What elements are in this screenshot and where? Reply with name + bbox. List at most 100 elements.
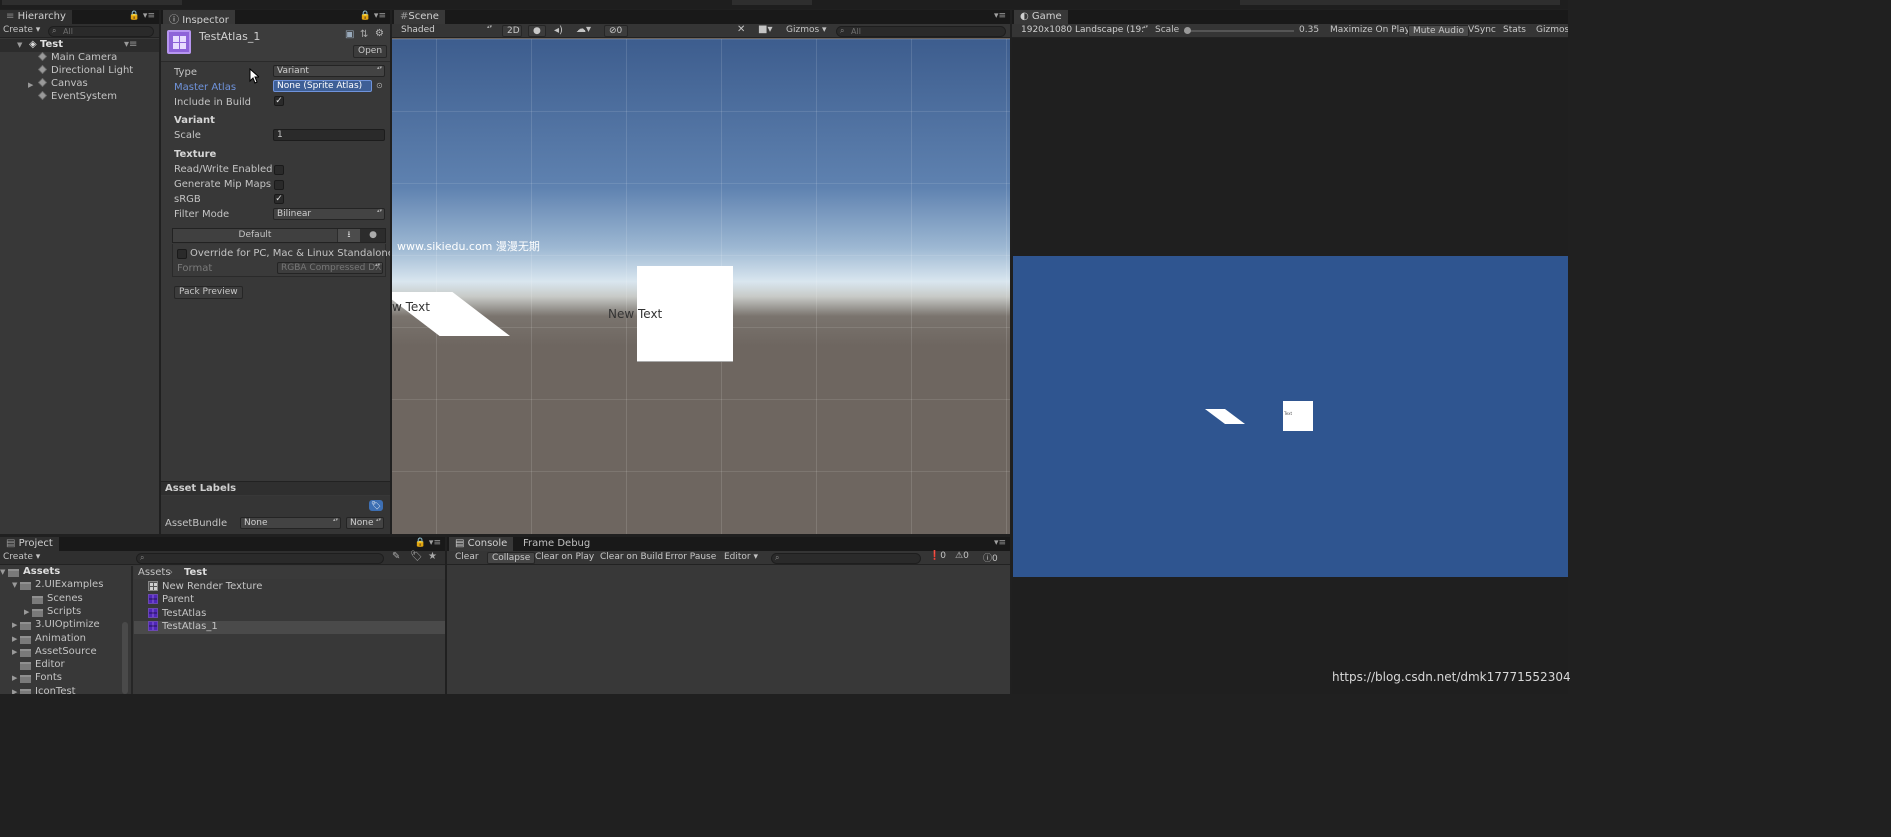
maximize-on-play-toggle[interactable]: Maximize On Play — [1326, 25, 1414, 37]
tree-item[interactable]: Editor — [0, 659, 122, 672]
tree-item[interactable]: ▼ Assets — [0, 566, 122, 579]
breadcrumb-current[interactable]: Test — [184, 567, 207, 578]
clear-button[interactable]: Clear — [451, 552, 483, 564]
console-menu-icon[interactable]: ▾≡ — [994, 538, 1006, 548]
tree-item[interactable]: ▶ Animation — [0, 633, 122, 646]
camera-icon[interactable]: ■▾ — [758, 24, 772, 35]
scale-slider-thumb[interactable] — [1184, 27, 1191, 34]
expand-arrow-icon[interactable]: ▼ — [17, 41, 22, 49]
type-dropdown[interactable]: Variant — [273, 65, 385, 77]
preset-icon[interactable]: ⇅ — [360, 29, 368, 40]
game-view[interactable]: Text — [1013, 256, 1568, 577]
tab-standalone-platform[interactable]: ⭳ — [338, 229, 360, 242]
scene-viewport[interactable]: www.sikiedu.com 漫漫无期 w Text New Text — [392, 39, 1010, 534]
project-search-input[interactable] — [136, 553, 384, 564]
transform-tools[interactable] — [2, 0, 182, 5]
project-menu-icon[interactable]: 🔒 ▾≡ — [415, 538, 441, 548]
vsync-toggle[interactable]: VSync — [1464, 25, 1500, 37]
object-picker-icon[interactable]: ⊙ — [376, 81, 383, 90]
warning-count-toggle[interactable]: ⚠0 — [955, 551, 969, 561]
collapse-toggle[interactable]: Collapse — [487, 552, 536, 564]
favorite-star-icon[interactable]: ★ — [428, 551, 437, 562]
master-atlas-field[interactable]: None (Sprite Atlas) — [273, 80, 372, 92]
mip-maps-checkbox[interactable] — [274, 180, 284, 190]
format-dropdown[interactable]: RGBA Compressed DXT — [277, 262, 383, 274]
tab-inspector[interactable]: ⓘ Inspector — [163, 10, 235, 26]
error-count-toggle[interactable]: ❗0 — [929, 551, 946, 561]
tab-default-platform[interactable]: Default — [173, 229, 337, 242]
hierarchy-menu-icon[interactable]: 🔒 ▾≡ — [129, 11, 155, 21]
console-search-input[interactable] — [771, 553, 921, 564]
tree-item[interactable]: ▼ 2.UIExamples — [0, 579, 122, 592]
hierarchy-item[interactable]: Canvas — [38, 78, 88, 91]
project-create-button[interactable]: Create ▾ — [3, 552, 40, 562]
collapsed-arrow-icon[interactable]: ▶ — [12, 688, 17, 694]
play-controls[interactable] — [732, 0, 812, 5]
collapsed-arrow-icon[interactable]: ▶ — [12, 635, 17, 643]
file-item[interactable]: Parent — [134, 594, 445, 607]
tab-hierarchy[interactable]: ≡ Hierarchy — [0, 10, 72, 24]
console-log-area[interactable] — [447, 566, 1010, 694]
breadcrumb-root[interactable]: Assets — [138, 567, 171, 578]
mode-2d-toggle[interactable]: 2D — [502, 25, 522, 37]
audio-icon[interactable]: ◂) — [554, 25, 563, 36]
stats-toggle[interactable]: Stats — [1499, 25, 1530, 37]
clear-on-play-toggle[interactable]: Clear on Play — [531, 552, 598, 564]
scale-field[interactable]: 1 — [273, 129, 385, 141]
scene-menu-icon[interactable]: ▾≡ — [994, 11, 1006, 21]
tree-item[interactable]: ▶ Scripts — [0, 606, 122, 619]
help-icon[interactable]: ▣ — [345, 29, 354, 40]
scene-search-input[interactable]: All — [836, 26, 1006, 37]
filter-mode-dropdown[interactable]: Bilinear — [273, 208, 385, 220]
gizmos-toggle[interactable]: Gizmos — [1532, 25, 1568, 37]
filter-label-icon[interactable]: 🏷 — [410, 551, 423, 562]
file-item[interactable]: TestAtlas_1 — [134, 620, 445, 634]
scale-slider[interactable] — [1184, 27, 1294, 34]
open-button[interactable]: Open — [353, 45, 388, 58]
tree-item[interactable]: ▶ AssetSource — [0, 646, 122, 659]
account-layers[interactable] — [1240, 0, 1560, 5]
scene-menu-icon[interactable]: ▾≡ — [124, 39, 137, 50]
expanded-arrow-icon[interactable]: ▼ — [0, 568, 5, 576]
include-in-build-checkbox[interactable]: ✓ — [274, 96, 284, 106]
hierarchy-create-button[interactable]: Create ▾ — [3, 25, 40, 35]
tree-item[interactable]: ▶ 3.UIOptimize — [0, 619, 122, 632]
tools-icon[interactable]: ✕ — [737, 24, 745, 35]
lighting-toggle[interactable]: ● — [528, 25, 546, 37]
tab-frame-debug[interactable]: Frame Debug — [517, 537, 596, 551]
collapsed-arrow-icon[interactable]: ▶ — [24, 608, 29, 616]
file-item[interactable]: New Render Texture — [134, 581, 445, 594]
collapsed-arrow-icon[interactable]: ▶ — [12, 648, 17, 656]
file-item[interactable]: TestAtlas — [134, 607, 445, 621]
tab-game[interactable]: ◐ Game — [1014, 10, 1068, 24]
expand-arrow-icon[interactable]: ▶ — [28, 81, 33, 89]
clear-on-build-toggle[interactable]: Clear on Build — [596, 552, 667, 564]
mute-audio-toggle[interactable]: Mute Audio — [1408, 25, 1469, 37]
srgb-checkbox[interactable]: ✓ — [274, 194, 284, 204]
inspector-menu-icon[interactable]: 🔒 ▾≡ — [360, 11, 386, 21]
assetbundle-variant-dropdown[interactable]: None — [346, 517, 384, 529]
hierarchy-search-input[interactable]: All — [48, 26, 154, 37]
filter-type-icon[interactable]: ✎ — [392, 551, 400, 562]
shading-dropdown[interactable]: Shaded — [398, 25, 494, 37]
log-count-toggle[interactable]: ⓘ0 — [983, 551, 998, 564]
tree-item[interactable]: ▶ IconTest — [0, 686, 122, 694]
resolution-dropdown[interactable]: 1920x1080 Landscape (19: — [1018, 25, 1150, 37]
hierarchy-scene-row[interactable]: ▼ ◈ Test ▾≡ — [0, 39, 159, 52]
assetbundle-dropdown[interactable]: None — [240, 517, 341, 529]
error-pause-toggle[interactable]: Error Pause — [661, 552, 720, 564]
editor-dropdown[interactable]: Editor ▾ — [724, 552, 758, 562]
tab-console[interactable]: ▤ Console — [449, 537, 514, 551]
project-divider[interactable] — [131, 566, 133, 694]
hierarchy-item[interactable]: EventSystem — [38, 91, 117, 104]
tree-item[interactable]: ▶ Fonts — [0, 672, 122, 685]
collapsed-arrow-icon[interactable]: ▶ — [12, 674, 17, 682]
hidden-objects-toggle[interactable]: ⊘0 — [604, 25, 628, 37]
effects-icon[interactable]: ☁▾ — [576, 24, 591, 35]
tree-item[interactable]: Scenes — [0, 593, 122, 606]
tag-icon[interactable]: 🏷 — [369, 500, 383, 511]
gear-icon[interactable]: ⚙ — [375, 28, 384, 39]
tab-scene[interactable]: #Scene — [394, 10, 445, 24]
override-checkbox[interactable] — [177, 249, 187, 259]
expanded-arrow-icon[interactable]: ▼ — [12, 581, 17, 589]
